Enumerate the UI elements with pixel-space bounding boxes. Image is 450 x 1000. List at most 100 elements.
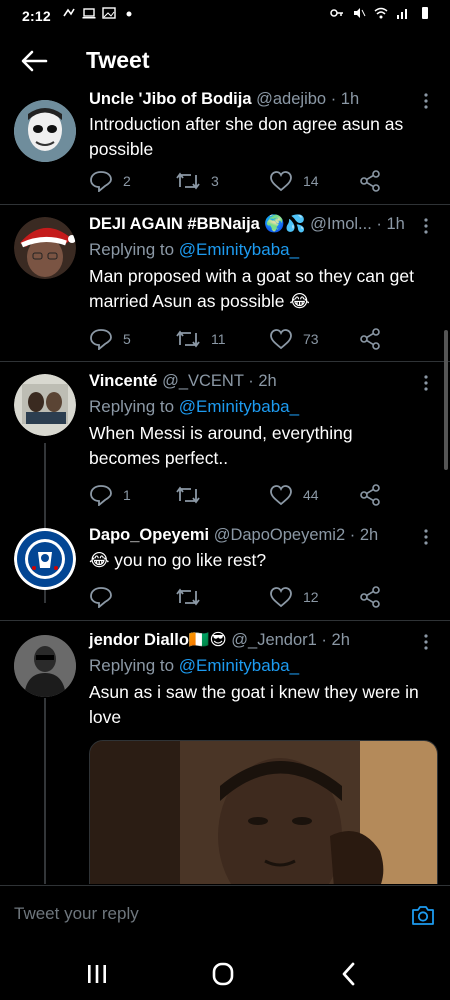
back-icon[interactable] [329, 960, 369, 988]
share-button[interactable] [359, 484, 381, 506]
camera-icon[interactable] [410, 902, 436, 928]
recent-apps-icon[interactable] [77, 960, 117, 988]
author-handle[interactable]: @_Jendor1 [231, 631, 317, 649]
page-title: Tweet [86, 47, 150, 73]
tweet-actions: 2 3 14 [89, 170, 389, 194]
more-icon[interactable] [422, 92, 430, 110]
tweet-text: 😂 you no go like rest? [89, 550, 267, 570]
share-button[interactable] [359, 328, 381, 350]
like-count: 73 [303, 331, 319, 347]
tweet-5[interactable]: jendor Diallo🇨🇮😎 @_Jendor1 · 2h Replying… [0, 621, 450, 884]
like-icon [270, 485, 292, 506]
like-count: 44 [303, 487, 319, 503]
retweet-button[interactable] [175, 484, 211, 506]
photo [90, 741, 437, 884]
reply-count: 2 [123, 173, 131, 189]
reply-button[interactable]: 1 [89, 484, 131, 506]
replying-to: Replying to @Eminitybaba_ [89, 240, 300, 259]
notification-icon [63, 8, 75, 17]
reply-button[interactable]: 5 [89, 328, 131, 350]
like-icon [270, 171, 292, 192]
retweet-icon [176, 330, 200, 348]
avatar[interactable] [14, 100, 76, 162]
like-button[interactable]: 14 [269, 170, 319, 192]
share-button[interactable] [359, 170, 381, 192]
reply-input[interactable]: Tweet your reply [14, 904, 139, 924]
avatar[interactable] [14, 217, 76, 279]
share-icon [360, 484, 380, 506]
more-icon[interactable] [422, 217, 430, 235]
mention-link[interactable]: @Eminitybaba_ [179, 656, 299, 675]
tweet-actions: 1 44 [89, 484, 389, 508]
more-icon[interactable] [422, 374, 430, 392]
avatar-image [14, 374, 76, 436]
retweet-icon [176, 486, 200, 504]
replying-to: Replying to @Eminitybaba_ [89, 397, 300, 416]
avatar-image [14, 635, 76, 697]
reply-count: 5 [123, 331, 131, 347]
tweet-text: When Messi is around, everything becomes… [89, 423, 353, 468]
tweet-1[interactable]: Uncle 'Jibo of Bodija @adejibo · 1h Intr… [0, 88, 450, 204]
status-time: 2:12 [22, 8, 51, 24]
laptop-icon [82, 8, 96, 19]
tweet-2[interactable]: DEJI AGAIN #BBNaija 🌍💦 @Imol... · 1h Rep… [0, 205, 450, 361]
tweet-media-image[interactable] [89, 740, 438, 884]
tweet-3[interactable]: Vincenté @_VCENT · 2h Replying to @Emini… [0, 362, 450, 512]
like-icon [270, 329, 292, 350]
avatar-image [14, 100, 76, 162]
tweet-4[interactable]: Dapo_Opeyemi @DapoOpeyemi2 · 2h 😂 you no… [0, 516, 450, 620]
like-icon [270, 587, 292, 608]
more-icon[interactable] [422, 633, 430, 651]
tweet-time: 1h [340, 90, 360, 108]
system-nav-bar [0, 948, 450, 1000]
share-icon [360, 328, 380, 350]
retweet-button[interactable]: 3 [175, 170, 219, 192]
reply-count: 1 [123, 487, 131, 503]
mention-link[interactable]: @Eminitybaba_ [179, 397, 299, 416]
retweet-count: 11 [211, 331, 226, 347]
tweet-text: Introduction after she don agree asun as… [89, 114, 404, 159]
reply-button[interactable] [89, 586, 123, 608]
signal-icon [397, 9, 407, 19]
like-button[interactable]: 73 [269, 328, 319, 350]
like-button[interactable]: 44 [269, 484, 319, 506]
avatar[interactable] [14, 528, 76, 590]
author-handle[interactable]: @DapoOpeyemi2 [214, 526, 345, 544]
tweet-text: Asun as i saw the goat i knew they were … [89, 682, 419, 727]
author-name[interactable]: jendor Diallo🇨🇮😎 [89, 631, 227, 649]
author-name[interactable]: Uncle 'Jibo of Bodija [89, 90, 252, 108]
top-bar: Tweet [0, 32, 450, 90]
home-icon[interactable] [203, 960, 243, 988]
mention-link[interactable]: @Eminitybaba_ [179, 240, 299, 259]
author-name[interactable]: Vincenté [89, 372, 157, 390]
status-bar: 2:12 [0, 0, 450, 32]
key-icon [330, 9, 343, 17]
scrollbar[interactable] [444, 330, 448, 470]
author-handle[interactable]: @adejibo [256, 90, 326, 108]
author-name[interactable]: Dapo_Opeyemi [89, 526, 209, 544]
tweet-actions: 5 11 73 [89, 328, 389, 352]
like-button[interactable]: 12 [269, 586, 319, 608]
battery-icon [422, 7, 428, 19]
retweet-icon [176, 172, 200, 190]
author-handle[interactable]: @_VCENT [162, 372, 244, 390]
more-icon[interactable] [422, 528, 430, 546]
tweet-time: 2h [331, 631, 350, 649]
share-button[interactable] [359, 586, 381, 608]
reply-icon [90, 171, 112, 192]
avatar[interactable] [14, 374, 76, 436]
like-count: 14 [303, 173, 319, 189]
like-count: 12 [303, 589, 319, 605]
retweet-count: 3 [211, 173, 219, 189]
mute-icon [354, 8, 366, 18]
back-arrow-icon[interactable] [18, 46, 50, 76]
share-icon [360, 170, 380, 192]
avatar-image [14, 217, 76, 279]
avatar[interactable] [14, 635, 76, 697]
retweet-button[interactable]: 11 [175, 328, 226, 350]
wifi-icon [374, 7, 388, 19]
author-handle[interactable]: @Imol... [310, 215, 372, 233]
retweet-button[interactable] [175, 586, 211, 608]
reply-button[interactable]: 2 [89, 170, 131, 192]
author-name[interactable]: DEJI AGAIN #BBNaija 🌍💦 [89, 215, 306, 233]
